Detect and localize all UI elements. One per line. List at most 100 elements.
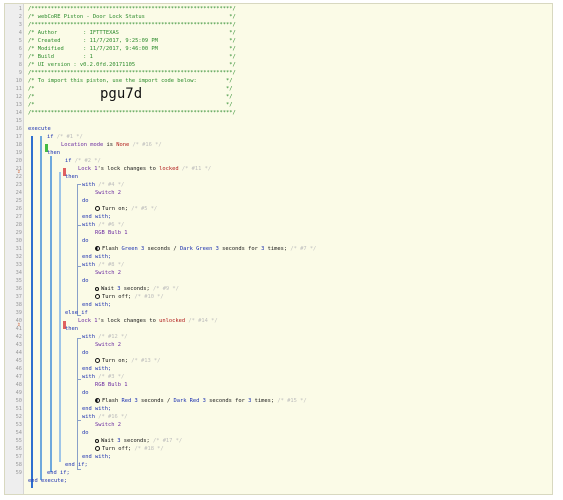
- line-number: 43: [15, 342, 22, 348]
- end-with-keyword: end with;: [82, 406, 112, 412]
- line-number: 31: [15, 246, 22, 252]
- line-number: 8: [18, 62, 22, 68]
- code-line-28[interactable]: with /* #6 */: [82, 221, 124, 229]
- line-number: 1: [18, 6, 22, 12]
- with-bracket: [77, 338, 81, 380]
- with-keyword: with: [82, 334, 95, 340]
- line-number: 57: [15, 454, 22, 460]
- code-line-47[interactable]: with /* #3 */: [82, 373, 124, 381]
- code-line-40[interactable]: Lock 1's lock changes to unlocked /* #14…: [78, 317, 218, 325]
- with-keyword: with: [82, 262, 95, 268]
- code-line-31[interactable]: Flash Green 3 seconds / Dark Green 3 sec…: [95, 245, 316, 253]
- statement-id: /* #9 */: [152, 286, 179, 292]
- power-icon: [95, 446, 100, 451]
- statement-id: /* #3 */: [98, 374, 125, 380]
- line-number: 23: [15, 182, 22, 188]
- end-execute-keyword: end execute;: [28, 478, 67, 484]
- with-keyword: with: [82, 374, 95, 380]
- line-number: 30: [15, 238, 22, 244]
- line-number: 32: [15, 254, 22, 260]
- code-line-5: /* Created : 11/7/2017, 9:25:09 PM */: [28, 38, 236, 44]
- code-line-9: /***************************************…: [28, 70, 236, 76]
- code-line-33[interactable]: with /* #8 */: [82, 261, 124, 269]
- line-number: 20: [15, 158, 22, 164]
- line-number: 4: [18, 30, 22, 36]
- device-name: Lock 1: [78, 318, 98, 324]
- code-line-52[interactable]: with /* #16 */: [82, 413, 127, 421]
- do-keyword: do: [82, 198, 89, 204]
- statement-id: /* #12 */: [98, 334, 128, 340]
- code-editor[interactable]: 1 2 3 4 5 6 7 8 9 10 11 12 13 14 15 16 17 18 19 20 21 22 23 24 2…: [4, 3, 553, 495]
- lock-value: unlocked: [159, 318, 186, 324]
- then-keyword: then: [65, 326, 78, 332]
- operator: is: [106, 142, 113, 148]
- line-number: 29: [15, 230, 22, 236]
- mode-value: None: [116, 142, 130, 148]
- end-with-keyword: end with;: [82, 254, 112, 260]
- line-number: 18: [15, 142, 22, 148]
- line-number: 12: [15, 94, 22, 100]
- location-mode: Location mode: [61, 142, 104, 148]
- line-number: 3: [18, 22, 22, 28]
- line-number: 34: [15, 270, 22, 276]
- if1-block-bar: [40, 136, 42, 480]
- else-if-keyword: else if: [65, 310, 88, 316]
- code-line-45[interactable]: Turn on; /* #13 */: [95, 357, 160, 365]
- do-keyword: do: [82, 278, 89, 284]
- code-line-21[interactable]: Lock 1's lock changes to locked /* #11 *…: [78, 165, 211, 173]
- end-if-keyword: end if;: [47, 470, 70, 476]
- code-line-3: /***************************************…: [28, 22, 236, 28]
- code-line-18[interactable]: Location mode is None /* #16 */: [61, 141, 162, 149]
- code-line-7: /* Build : 1 */: [28, 54, 236, 60]
- statement-id: /* #6 */: [98, 222, 125, 228]
- clock-icon: [95, 286, 99, 291]
- statement-id: /* #2 */: [74, 158, 101, 164]
- device-name: Lock 1: [78, 166, 98, 172]
- if-keyword: if: [47, 134, 54, 140]
- do-keyword: do: [82, 390, 89, 396]
- code-line-13: /* */: [28, 102, 233, 108]
- code-line-36[interactable]: Wait 3 seconds; /* #9 */: [95, 285, 179, 293]
- code-line-56[interactable]: Turn off; /* #18 */: [95, 445, 164, 453]
- code-line-26[interactable]: Turn on; /* #5 */: [95, 205, 157, 213]
- import-code: pgu7d: [100, 86, 143, 102]
- code-line-17[interactable]: if /* #1 */: [47, 133, 83, 141]
- power-icon: [95, 294, 100, 299]
- end-with-keyword: end with;: [82, 302, 112, 308]
- statement-id: /* #14 */: [188, 318, 218, 324]
- statement-id: /* #17 */: [152, 438, 183, 444]
- end-with-keyword: end with;: [82, 214, 112, 220]
- line-number: 38: [15, 302, 22, 308]
- code-line-37[interactable]: Turn off; /* #10 */: [95, 293, 164, 301]
- attribute: 's lock: [97, 166, 121, 172]
- line-number: 9: [18, 70, 22, 76]
- power-icon: [95, 358, 100, 363]
- code-line-4: /* Author : IFTTTEXAS */: [28, 30, 236, 36]
- line-number: 52: [15, 414, 22, 420]
- line-number: 25: [15, 198, 22, 204]
- code-line-1: /***************************************…: [28, 6, 236, 12]
- code-line-2: /* webCoRE Piston - Door Lock Status */: [28, 14, 236, 20]
- line-number: 54: [15, 430, 22, 436]
- line-number: 48: [15, 382, 22, 388]
- fold-icon[interactable]: ⇕: [17, 168, 21, 175]
- code-line-42[interactable]: with /* #12 */: [82, 333, 127, 341]
- do-keyword: do: [82, 430, 89, 436]
- with-keyword: with: [82, 222, 95, 228]
- fold-icon[interactable]: ⇕: [17, 321, 21, 328]
- operator: changes to: [123, 166, 156, 172]
- code-line-20[interactable]: if /* #2 */: [65, 157, 101, 165]
- line-number: 33: [15, 262, 22, 268]
- code-line-55[interactable]: Wait 3 seconds; /* #17 */: [95, 437, 182, 445]
- line-number: 45: [15, 358, 22, 364]
- statement-id: /* #7 */: [290, 246, 317, 252]
- code-line-23[interactable]: with /* #4 */: [82, 181, 124, 189]
- statement-id: /* #15 */: [277, 398, 307, 404]
- toggle-icon: [95, 398, 100, 403]
- code-line-50[interactable]: Flash Red 3 seconds / Dark Red 3 seconds…: [95, 397, 307, 405]
- with-bracket: [77, 184, 81, 226]
- line-number: 51: [15, 406, 22, 412]
- code-line-14: /***************************************…: [28, 110, 236, 116]
- code-line-6: /* Modified : 11/7/2017, 9:46:00 PM */: [28, 46, 236, 52]
- statement-id: /* #8 */: [98, 262, 125, 268]
